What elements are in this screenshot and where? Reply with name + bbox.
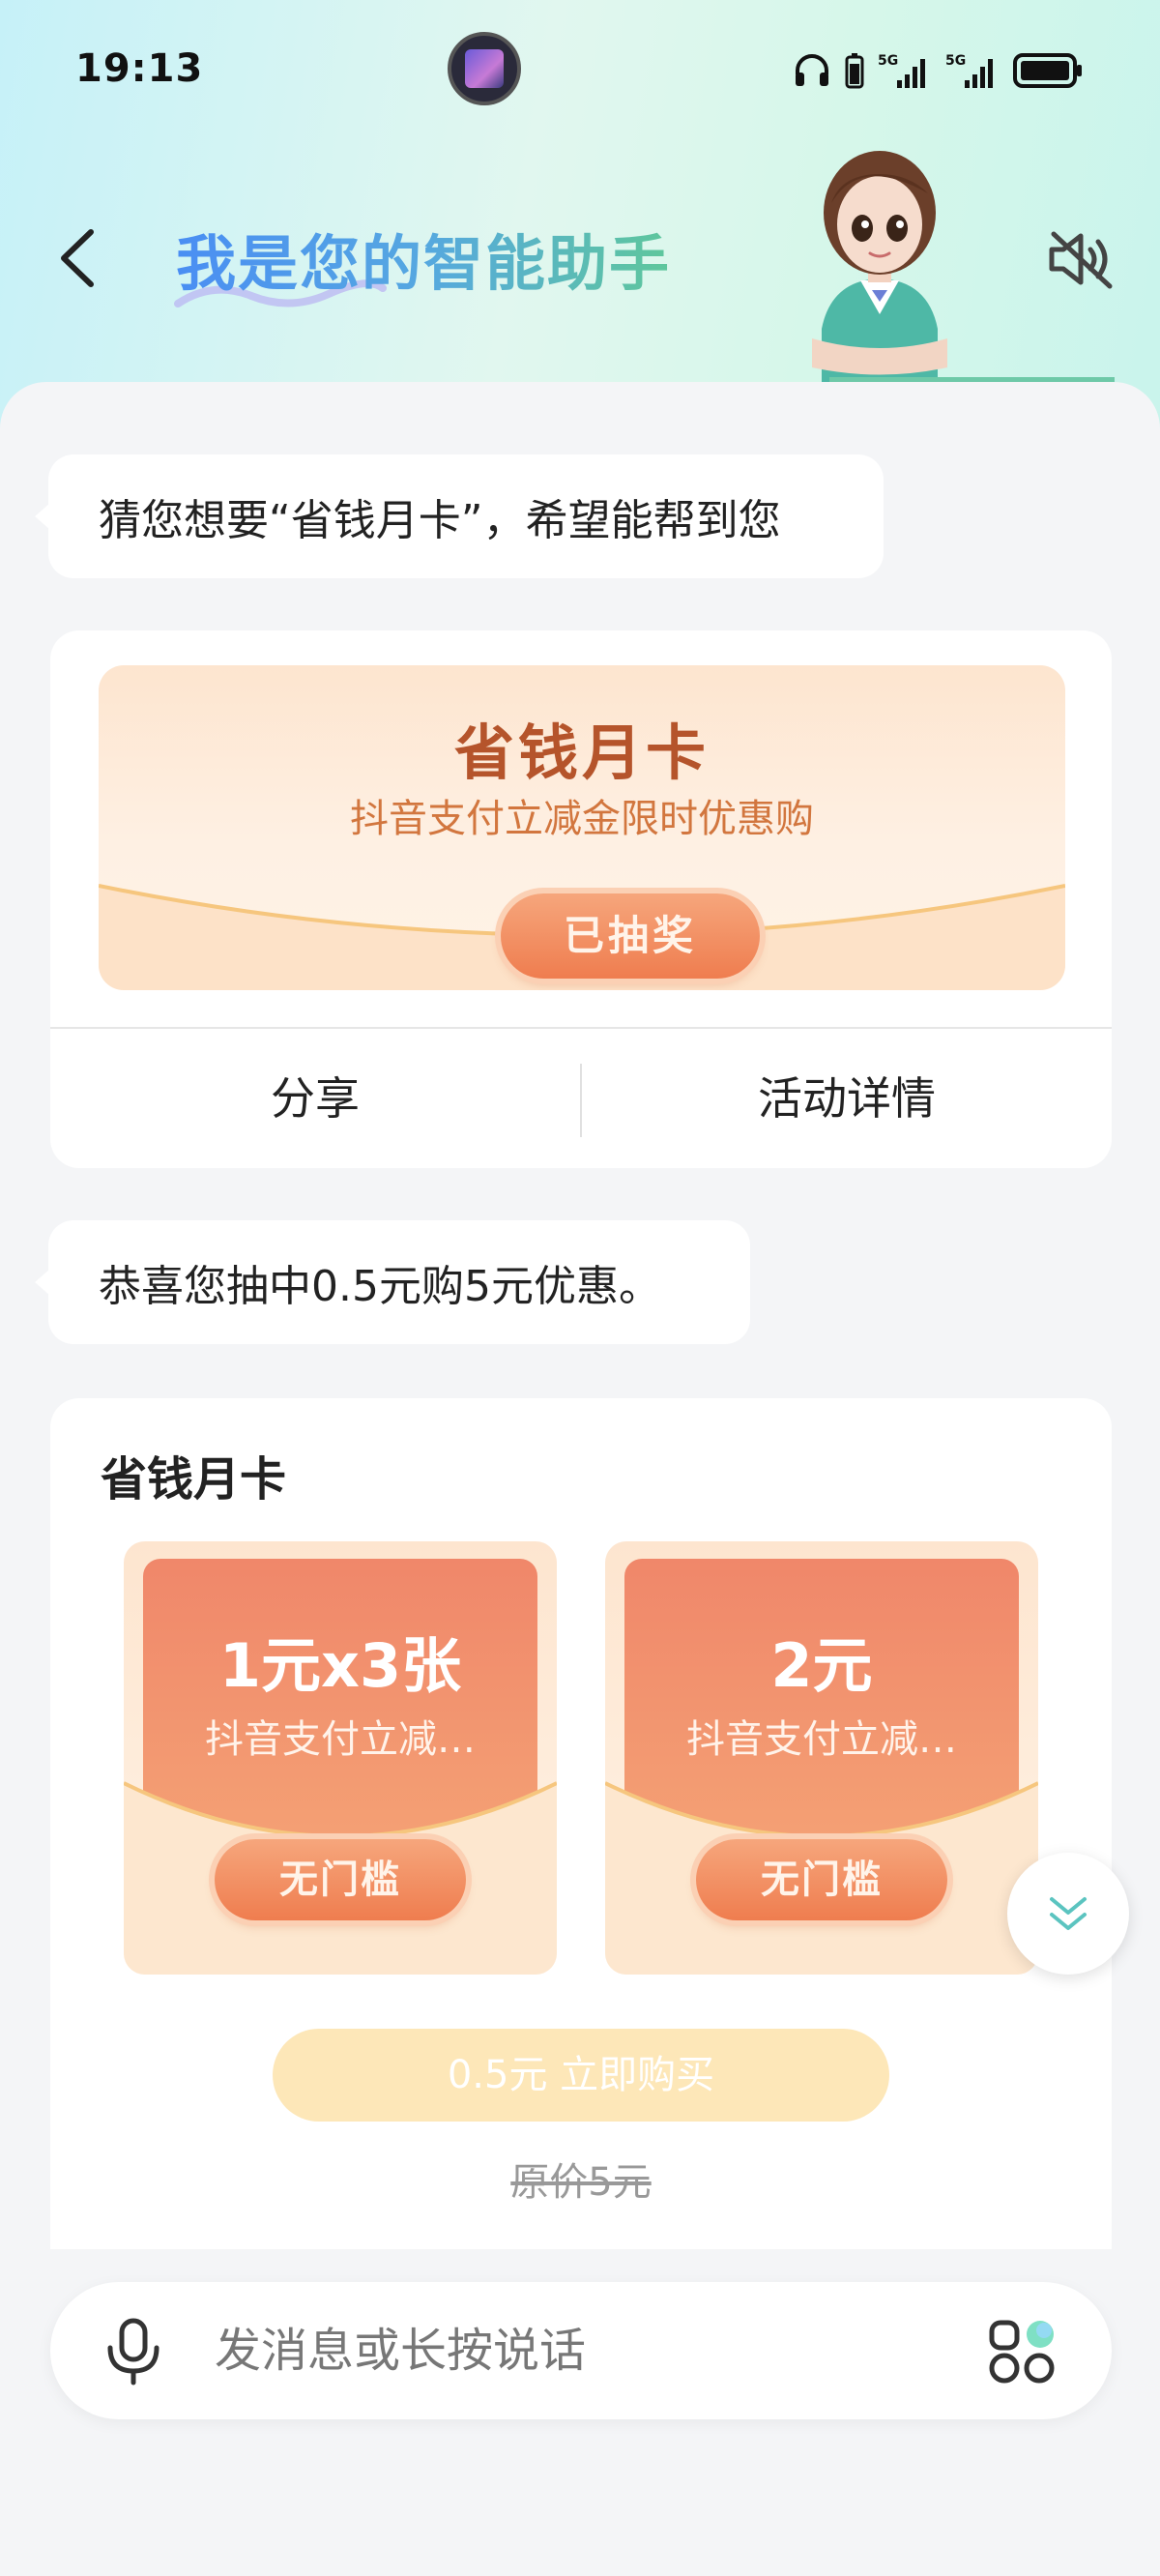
status-bar: 19:13 5G 5G bbox=[0, 0, 1160, 135]
back-arrow-icon[interactable] bbox=[50, 224, 108, 292]
assistant-avatar[interactable] bbox=[793, 135, 967, 387]
headphones-icon bbox=[796, 54, 828, 86]
svg-text:5G: 5G bbox=[878, 53, 898, 69]
promo-title: 省钱月卡 bbox=[453, 717, 710, 788]
share-button[interactable]: 分享 bbox=[50, 1029, 580, 1168]
original-price: 原价5元 bbox=[510, 2160, 652, 2205]
message-input-bar[interactable]: 发消息或长按说话 bbox=[50, 2282, 1112, 2419]
message-text: 恭喜您抽中0.5元购5元优惠。 bbox=[99, 1262, 661, 1311]
product-card: 省钱月卡 1元x3张 抖音支付立减… 无门槛 2元 抖音支付立减… 无门槛 0.… bbox=[50, 1398, 1112, 2249]
assistant-message: 恭喜您抽中0.5元购5元优惠。 bbox=[35, 1220, 750, 1344]
coupon-card[interactable]: 1元x3张 抖音支付立减… 无门槛 bbox=[124, 1541, 557, 1975]
chevron-double-down-icon bbox=[1050, 1897, 1087, 1930]
coupon-card[interactable]: 2元 抖音支付立减… 无门槛 bbox=[605, 1541, 1038, 1975]
product-card-title: 省钱月卡 bbox=[101, 1452, 287, 1507]
mute-icon[interactable] bbox=[1046, 228, 1116, 290]
coupon-amount: 1元x3张 bbox=[218, 1630, 462, 1701]
activity-details-button[interactable]: 活动详情 bbox=[582, 1029, 1112, 1168]
promo-banner[interactable]: 省钱月卡 抖音支付立减金限时优惠购 已抽奖 bbox=[99, 665, 1065, 990]
earbud-battery-icon bbox=[845, 53, 864, 89]
coupon-tag: 无门槛 bbox=[215, 1839, 466, 1920]
promo-subtitle: 抖音支付立减金限时优惠购 bbox=[350, 797, 814, 841]
promo-card: 省钱月卡 抖音支付立减金限时优惠购 已抽奖 分享 活动详情 bbox=[50, 630, 1112, 1168]
signal-5g-icon-1: 5G bbox=[878, 53, 925, 88]
coupon-description: 抖音支付立减… bbox=[205, 1717, 476, 1762]
coupon-amount: 2元 bbox=[770, 1630, 873, 1701]
coupon-tag: 无门槛 bbox=[696, 1839, 947, 1920]
microphone-icon[interactable] bbox=[102, 2317, 164, 2386]
notification-app-icon bbox=[448, 32, 521, 105]
page-title: 我是您的智能助手 bbox=[176, 215, 671, 302]
message-text: 猜您想要“省钱月卡”，希望能帮到您 bbox=[99, 496, 781, 545]
signal-5g-icon-2: 5G bbox=[945, 53, 993, 88]
battery-icon bbox=[1013, 53, 1082, 88]
message-input-placeholder: 发消息或长按说话 bbox=[215, 2324, 587, 2378]
scroll-down-button[interactable] bbox=[1007, 1853, 1129, 1975]
apps-icon[interactable] bbox=[984, 2315, 1065, 2388]
status-time: 19:13 bbox=[75, 46, 204, 91]
drawn-status-button[interactable]: 已抽奖 bbox=[501, 893, 760, 979]
coupon-description: 抖音支付立减… bbox=[686, 1717, 957, 1762]
assistant-message: 猜您想要“省钱月卡”，希望能帮到您 bbox=[35, 454, 884, 578]
status-icons: 5G 5G bbox=[793, 46, 1085, 95]
buy-now-button[interactable]: 0.5元 立即购买 bbox=[273, 2029, 889, 2122]
svg-text:5G: 5G bbox=[945, 53, 966, 69]
